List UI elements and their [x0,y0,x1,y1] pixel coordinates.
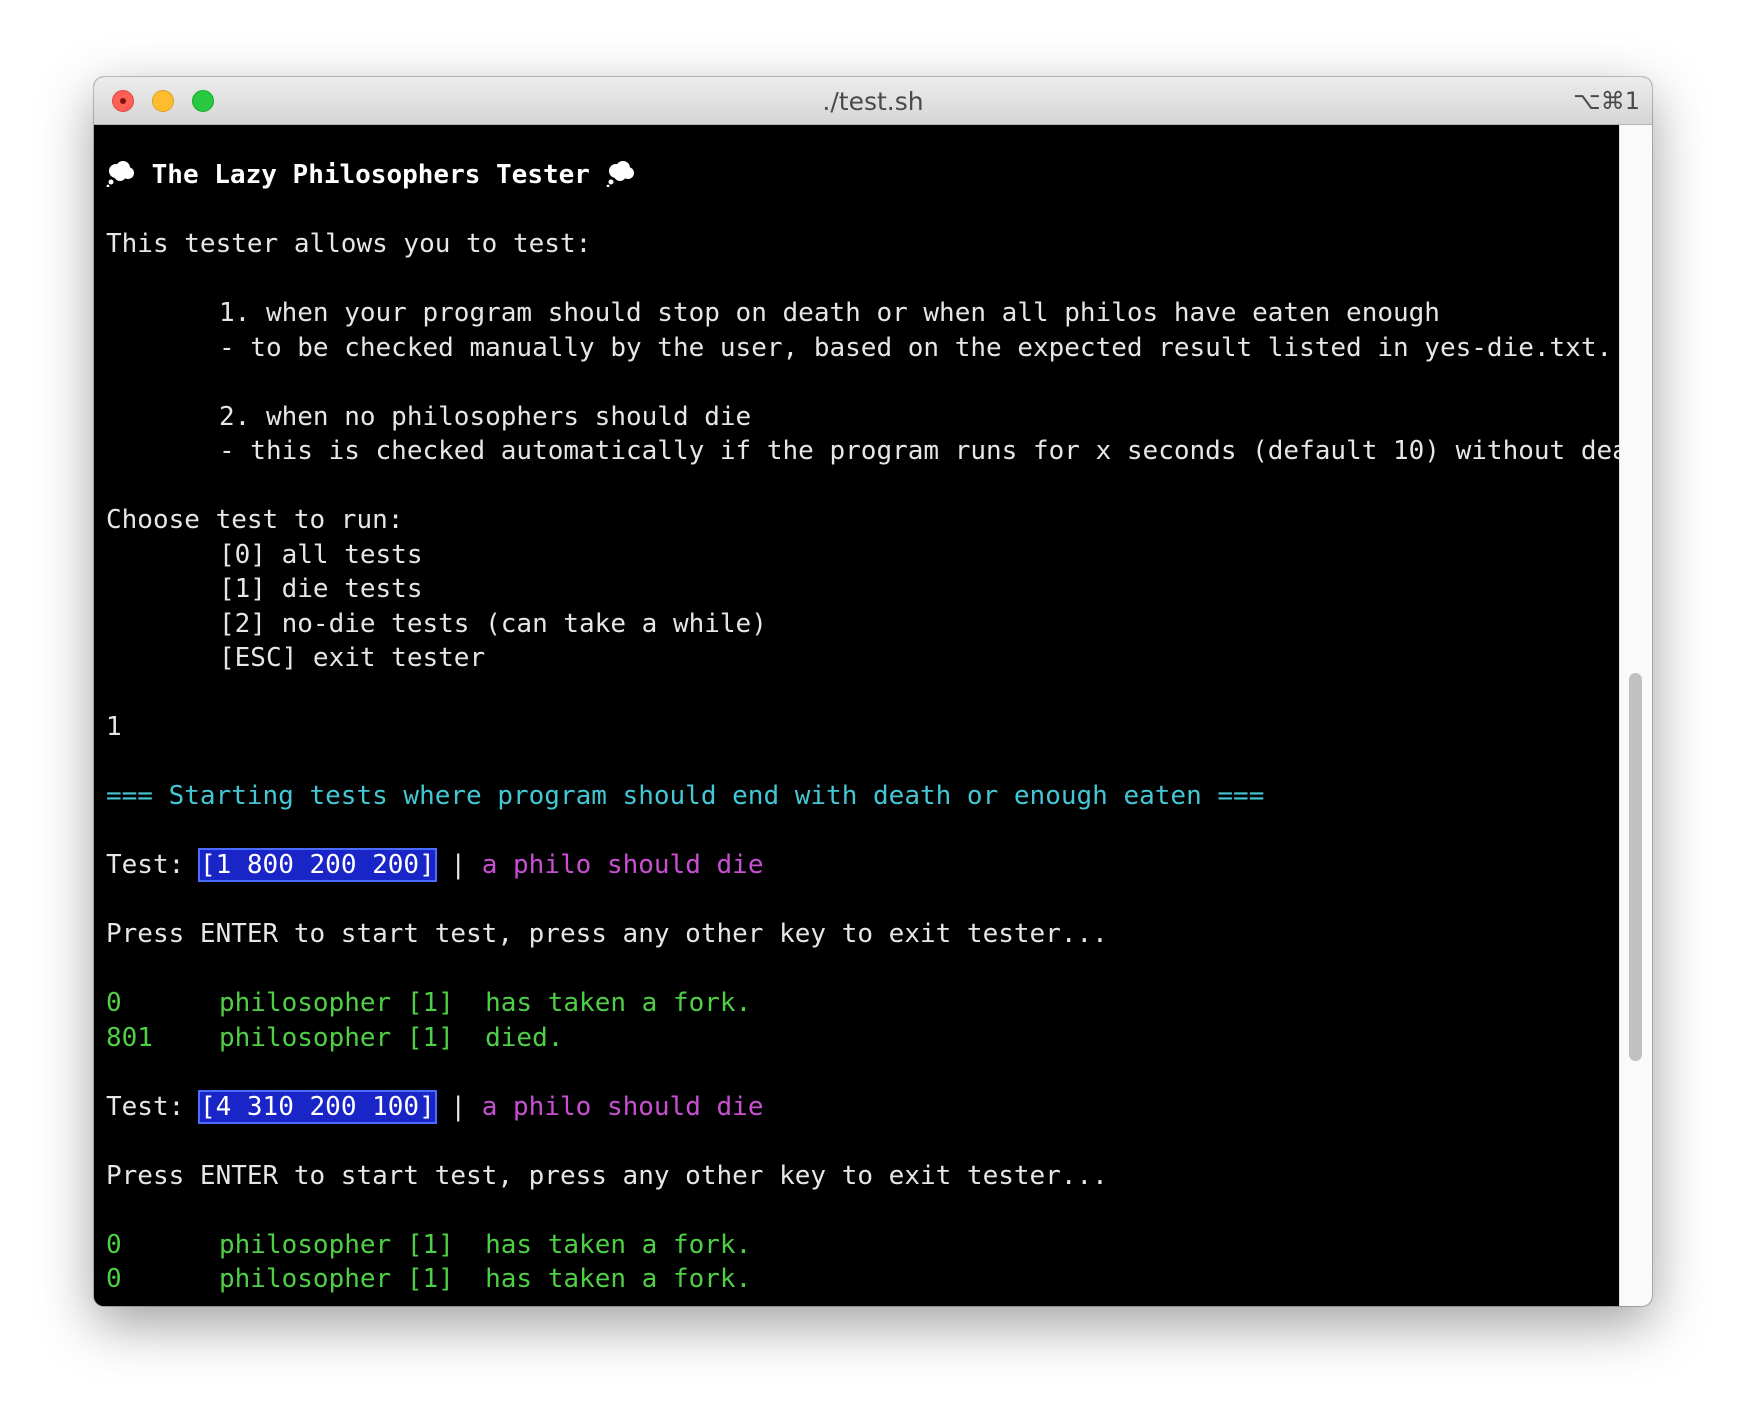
test-args: [1 800 200 200] [197,848,437,882]
item2-line1: 2. when no philosophers should die [219,401,752,432]
scrollbar-thumb[interactable] [1629,673,1642,1061]
user-input: 1 [106,712,122,742]
program-output-line: 0 philosopher [1] has taken a fork. [106,988,752,1018]
intro-line: This tester allows you to test: [106,229,592,259]
window-shortcut: ⌥⌘1 [1573,87,1640,115]
terminal-output[interactable]: The Lazy Philosophers Tester This tester… [94,125,1620,1306]
title-bar[interactable]: ./test.sh ⌥⌘1 [94,77,1652,125]
item2-line2: - this is checked automatically if the p… [219,436,1620,466]
tests-banner: === Starting tests where program should … [106,781,1265,811]
thought-balloon-icon [606,159,636,187]
window-title: ./test.sh [822,87,924,116]
test-header: Test: [4 310 200 100] | a philo should d… [106,1089,764,1124]
option-exit-tester: [ESC] exit tester [219,643,486,673]
item1-line1: 1. when your program should stop on deat… [219,298,1440,328]
thought-balloon-icon [106,159,136,187]
test-args: [4 310 200 100] [197,1089,437,1124]
test-expectation: a philo should die [481,1091,764,1122]
press-enter-prompt: Press ENTER to start test, press any oth… [106,919,1108,949]
item1-line2: - to be checked manually by the user, ba… [219,332,1613,363]
program-output-line: 0 philosopher [1] has taken a fork. [106,1264,752,1294]
option-no-die-tests: [2] no-die tests (can take a while) [219,608,767,639]
header-line: The Lazy Philosophers Tester [106,158,1620,193]
press-enter-prompt: Press ENTER to start test, press any oth… [106,1160,1108,1191]
option-all-tests: [0] all tests [219,539,423,570]
terminal-window: ./test.sh ⌥⌘1 The Lazy Philosophers Test… [94,77,1652,1306]
option-die-tests: [1] die tests [219,574,423,604]
choose-prompt: Choose test to run: [106,505,404,535]
test-header: Test: [1 800 200 200] | a philo should d… [106,848,764,882]
tester-title: The Lazy Philosophers Tester [151,160,590,190]
program-output-line: 0 philosopher [1] has taken a fork. [106,1229,752,1260]
scrollbar[interactable] [1619,125,1652,1306]
program-output-line: 801 philosopher [1] died. [106,1022,564,1053]
test-expectation: a philo should die [481,850,764,880]
